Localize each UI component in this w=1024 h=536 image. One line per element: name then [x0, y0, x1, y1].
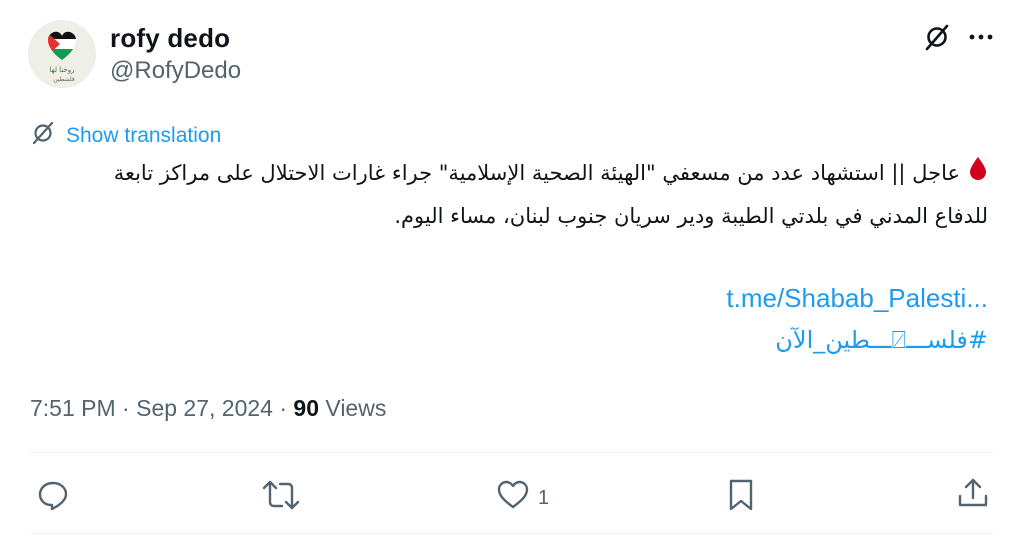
like-count: 1	[538, 486, 550, 509]
hashtag-link[interactable]: #فلســـ⍁ـــطين_الآن	[775, 322, 988, 358]
views-label: Views	[325, 395, 387, 421]
display-name[interactable]: rofy dedo	[110, 22, 241, 54]
show-translation-button[interactable]: Show translation	[30, 120, 221, 151]
tweet-time[interactable]: 7:51 PM	[30, 395, 116, 421]
reply-icon	[36, 478, 70, 518]
meta-separator: ·	[122, 395, 130, 421]
user-info[interactable]: rofy dedo @RofyDedo	[110, 22, 241, 86]
avatar[interactable]: روحنا لها فلسطين	[28, 20, 96, 88]
more-icon[interactable]	[966, 22, 996, 52]
bookmark-icon	[726, 478, 756, 518]
like-button[interactable]: 1	[496, 478, 549, 518]
heart-icon	[496, 478, 530, 518]
svg-text:فلسطين: فلسطين	[53, 76, 75, 83]
action-bar: 1	[30, 470, 994, 520]
share-button[interactable]	[956, 476, 990, 516]
bookmark-button[interactable]	[726, 478, 756, 518]
tweet-date[interactable]: Sep 27, 2024	[136, 395, 273, 421]
divider-bottom	[30, 533, 994, 534]
show-translation-label: Show translation	[66, 123, 222, 147]
translate-icon	[30, 120, 56, 151]
tweet-page: روحنا لها فلسطين rofy dedo @RofyDedo Sho…	[0, 0, 1024, 536]
tweet-line-1-text: عاجل || استشهاد عدد من مسعفي "الهيئة الص…	[113, 161, 960, 185]
meta-separator-2: ·	[279, 395, 288, 421]
retweet-button[interactable]	[262, 478, 300, 518]
tweet-text: عاجل || استشهاد عدد من مسعفي "الهيئة الص…	[28, 152, 988, 237]
telegram-link[interactable]: t.me/Shabab_Palesti...	[726, 280, 988, 316]
reply-button[interactable]	[36, 478, 70, 518]
avatar-palestine-flag-heart-icon: روحنا لها فلسطين	[28, 20, 96, 88]
grok-icon[interactable]	[922, 22, 952, 52]
svg-text:روحنا لها: روحنا لها	[49, 66, 74, 74]
user-handle[interactable]: @RofyDedo	[110, 56, 241, 86]
tweet-meta: 7:51 PM · Sep 27, 2024 · 90 Views	[30, 393, 386, 423]
top-actions	[922, 22, 996, 52]
blood-drop-icon	[968, 153, 988, 195]
tweet-line-2: للدفاع المدني في بلدتي الطيبة ودير سريان…	[394, 204, 988, 228]
retweet-icon	[262, 478, 300, 518]
divider-top	[30, 452, 994, 453]
share-icon	[956, 476, 990, 516]
views-count: 90	[293, 395, 319, 421]
tweet-line-1: عاجل || استشهاد عدد من مسعفي "الهيئة الص…	[28, 152, 988, 195]
